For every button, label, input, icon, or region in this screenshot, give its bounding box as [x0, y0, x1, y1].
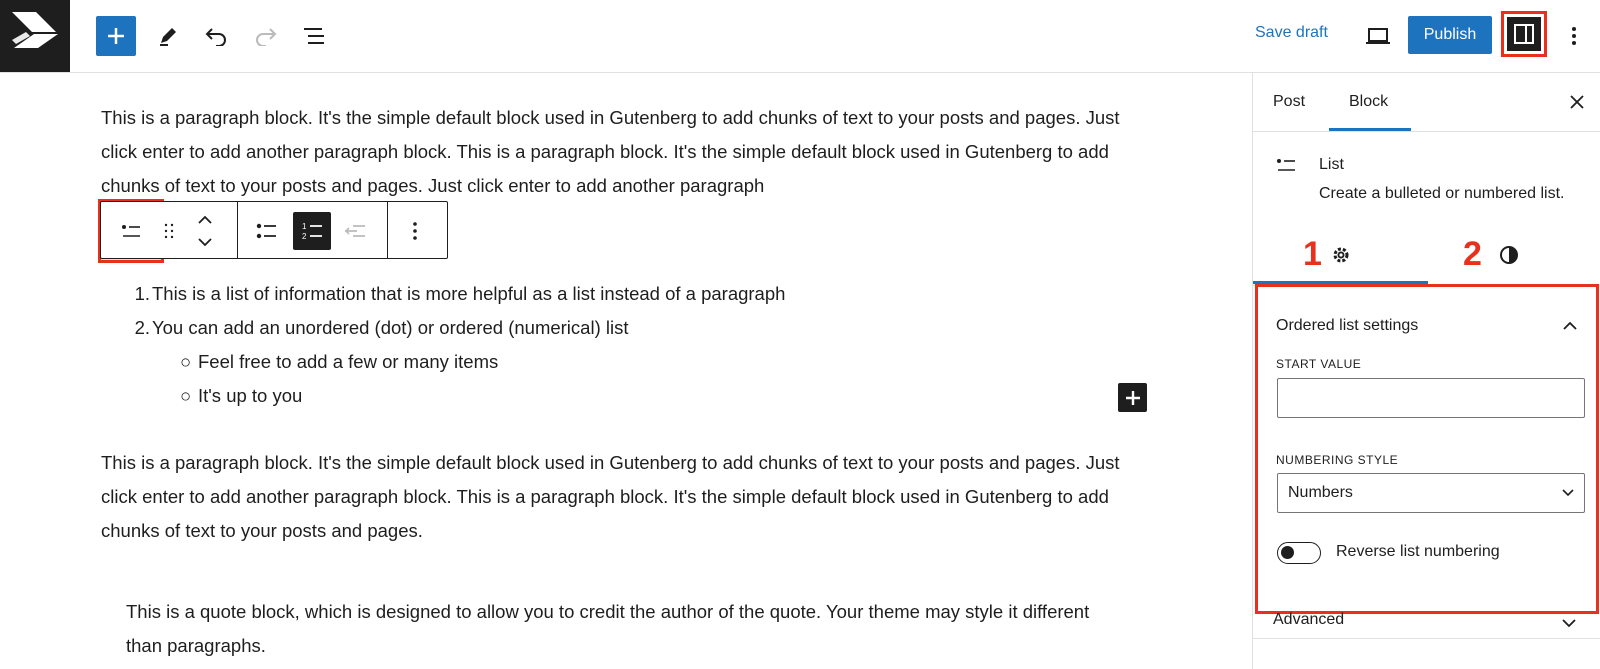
styles-tab[interactable]: [1495, 241, 1523, 269]
settings-tab[interactable]: [1327, 241, 1355, 269]
list-view-icon: [304, 28, 324, 44]
active-tab-indicator: [1329, 128, 1411, 131]
drag-icon: [164, 223, 174, 239]
advanced-panel-toggle[interactable]: Advanced: [1273, 611, 1344, 629]
numbered-list-icon: 12: [302, 222, 322, 241]
toolbar-divider: [237, 202, 238, 258]
more-vertical-icon: [1572, 27, 1576, 45]
list-item[interactable]: ○ It's up to you: [124, 379, 785, 413]
tab-post[interactable]: Post: [1273, 73, 1305, 131]
bullet-list-icon: [256, 223, 276, 239]
list-block-icon: [1273, 151, 1301, 179]
chevron-down-icon: [198, 238, 212, 247]
chevron-up-icon: [1563, 321, 1577, 330]
select-value: Numbers: [1288, 484, 1353, 501]
list-block-icon: [122, 225, 140, 237]
panel-title[interactable]: Ordered list settings: [1276, 317, 1418, 335]
save-draft-button[interactable]: Save draft: [1255, 24, 1328, 42]
list-item[interactable]: 1. This is a list of information that is …: [124, 277, 786, 311]
outdent-button[interactable]: [339, 215, 371, 247]
more-vertical-icon: [413, 222, 417, 240]
drag-handle[interactable]: [161, 216, 177, 246]
annotation-number: 1: [1303, 235, 1322, 273]
move-down-button[interactable]: [191, 232, 219, 252]
plus-icon: [108, 28, 124, 44]
site-logo[interactable]: [0, 0, 70, 72]
chevron-down-icon: [1562, 489, 1574, 497]
redo-icon: [256, 28, 277, 46]
ordered-list-button[interactable]: 12: [293, 212, 331, 250]
undo-button[interactable]: [200, 20, 232, 52]
svg-text:2: 2: [302, 232, 307, 241]
toolbar-divider: [387, 202, 388, 258]
paragraph-block[interactable]: This is a paragraph block. It's the simp…: [101, 101, 1141, 203]
start-value-label: START VALUE: [1276, 357, 1362, 371]
block-inserter-button[interactable]: [1118, 383, 1147, 412]
ordered-list-settings-panel: Ordered list settings START VALUE NUMBER…: [1255, 284, 1599, 614]
chevron-down-icon: [1562, 618, 1576, 627]
divider: [1253, 638, 1600, 639]
laptop-icon: [1366, 28, 1390, 44]
paragraph-block[interactable]: This is a paragraph block. It's the simp…: [101, 446, 1141, 548]
list-item[interactable]: ○ Feel free to add a few or many items: [124, 345, 785, 379]
list-block[interactable]: 1. This is a list of information that is …: [124, 277, 786, 413]
numbering-style-label: NUMBERING STYLE: [1276, 453, 1399, 467]
sidebar-icon: [1514, 24, 1534, 44]
editor-header: Save draft Publish: [0, 0, 1600, 73]
document-overview-button[interactable]: [298, 20, 330, 52]
settings-sidebar: Post Block List Create a bulleted or num…: [1252, 73, 1600, 669]
annotation-number: 2: [1463, 235, 1482, 273]
chevron-up-icon: [198, 215, 212, 224]
block-toolbar: 12: [100, 201, 448, 259]
block-switcher-button[interactable]: [117, 216, 147, 246]
outdent-icon: [344, 225, 365, 237]
tools-button[interactable]: [152, 20, 184, 52]
settings-toggle-button[interactable]: [1501, 11, 1547, 57]
contrast-icon: [1500, 246, 1518, 264]
options-button[interactable]: [1562, 20, 1586, 52]
sidebar-tabs: Post Block: [1253, 73, 1600, 132]
plus-icon: [1125, 390, 1140, 405]
close-sidebar-button[interactable]: [1565, 90, 1589, 114]
svg-text:1: 1: [302, 222, 307, 231]
undo-icon: [205, 28, 226, 46]
block-inspector-tabs: 1 2: [1253, 233, 1600, 286]
publish-button[interactable]: Publish: [1408, 16, 1492, 54]
start-value-input[interactable]: [1277, 378, 1585, 418]
block-card-title: List: [1319, 156, 1344, 173]
reverse-numbering-toggle[interactable]: [1277, 542, 1321, 564]
quote-block[interactable]: This is a quote block, which is designed…: [126, 595, 1126, 663]
redo-button[interactable]: [250, 20, 282, 52]
numbering-style-select[interactable]: Numbers: [1277, 473, 1585, 513]
move-up-button[interactable]: [191, 210, 219, 230]
close-icon: [1570, 95, 1584, 109]
collapse-panel-button[interactable]: [1560, 315, 1580, 335]
unordered-list-button[interactable]: [251, 215, 283, 247]
list-item[interactable]: 2. You can add an unordered (dot) or orde…: [124, 311, 785, 345]
expand-advanced-button[interactable]: [1559, 613, 1579, 633]
pencil-icon: [160, 28, 176, 46]
block-card-description: Create a bulleted or numbered list.: [1319, 185, 1565, 202]
tab-block[interactable]: Block: [1349, 73, 1388, 131]
block-options-button[interactable]: [399, 215, 431, 247]
preview-button[interactable]: [1362, 20, 1394, 52]
reverse-numbering-label: Reverse list numbering: [1336, 543, 1500, 560]
toggle-knob: [1281, 546, 1294, 559]
gear-icon: [1333, 247, 1349, 263]
add-block-button[interactable]: [96, 16, 136, 56]
